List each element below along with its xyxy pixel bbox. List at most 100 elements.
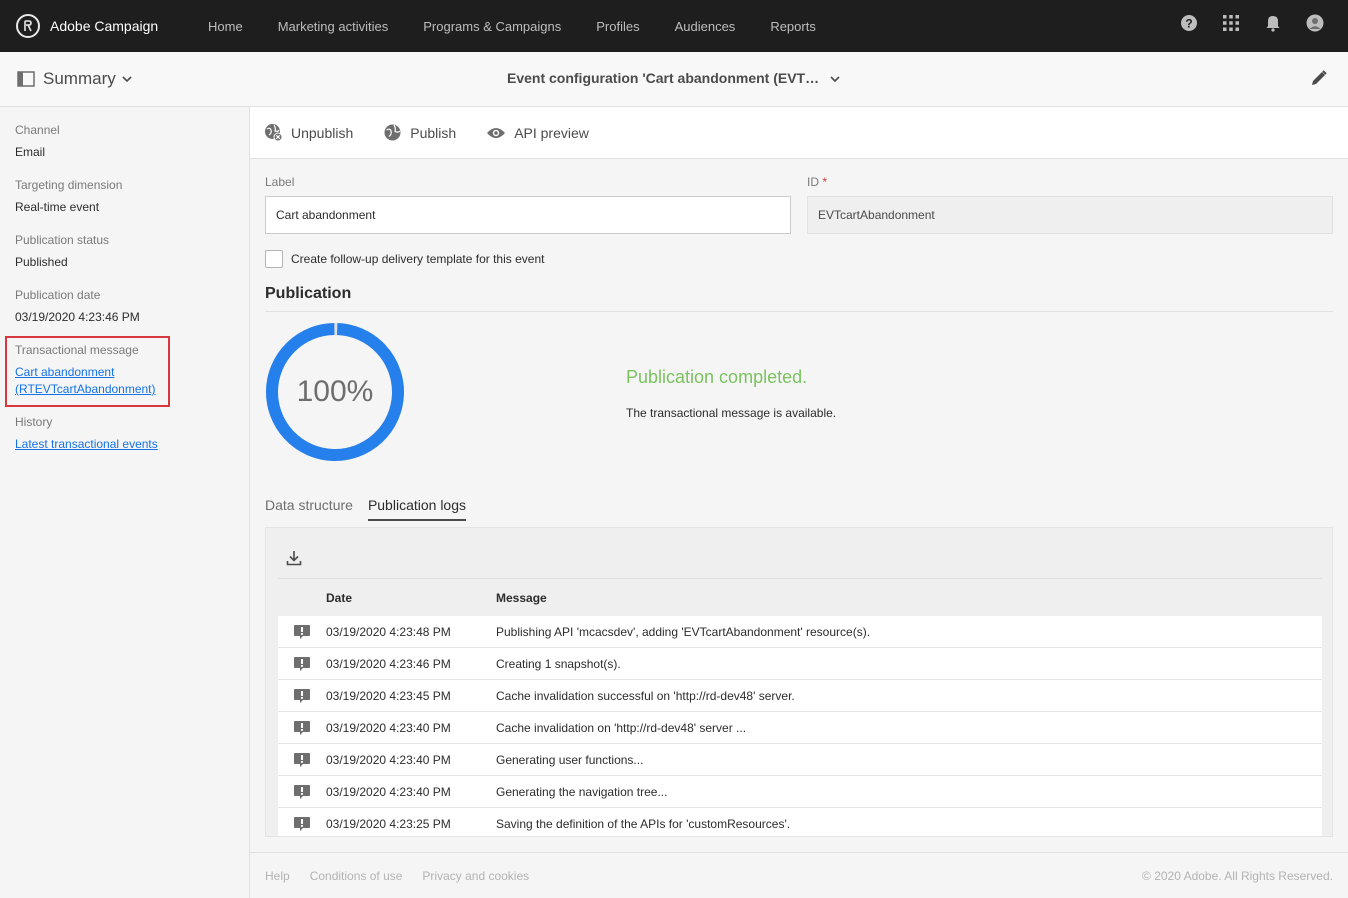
footer-link-privacy[interactable]: Privacy and cookies <box>422 869 529 883</box>
required-star: * <box>822 175 828 189</box>
log-message: Cache invalidation on 'http://rd-dev48' … <box>496 720 747 735</box>
nav-home[interactable]: Home <box>208 19 243 34</box>
log-date: 03/19/2020 4:23:25 PM <box>326 816 451 831</box>
copyright: © 2020 Adobe. All Rights Reserved. <box>1142 869 1333 883</box>
logs-table: Date Message 03/19/2020 4:23:48 PM Publis… <box>278 578 1322 836</box>
followup-template-label: Create follow-up delivery template for t… <box>291 252 545 266</box>
log-message: Cache invalidation successful on 'http:/… <box>496 688 795 703</box>
top-icons: ? <box>1180 14 1324 32</box>
table-row[interactable]: 03/19/2020 4:23:46 PM Creating 1 snapshot… <box>278 648 1322 680</box>
publication-progress: 100% <box>265 322 405 462</box>
download-icon[interactable] <box>286 550 302 569</box>
summary-panel: Channel Email Targeting dimension Real-t… <box>0 107 250 898</box>
log-info-icon <box>278 752 326 768</box>
svg-text:?: ? <box>1185 17 1192 31</box>
page-title[interactable]: Event configuration 'Cart abandonment (E… <box>0 70 1348 86</box>
adobe-campaign-logo-icon <box>16 14 40 38</box>
page-title-text: Event configuration 'Cart abandonment (E… <box>506 70 820 86</box>
log-date: 03/19/2020 4:23:40 PM <box>326 784 451 799</box>
action-toolbar: Unpublish Publish API preview <box>250 107 1348 159</box>
log-message: Generating user functions... <box>496 752 644 767</box>
unpublish-button[interactable]: Unpublish <box>264 123 353 142</box>
chevron-down-icon <box>830 76 840 83</box>
followup-template-option: Create follow-up delivery template for t… <box>265 250 544 268</box>
tab-publication-logs[interactable]: Publication logs <box>367 497 466 521</box>
edit-pencil-icon[interactable] <box>1310 69 1328 90</box>
log-info-icon <box>278 720 326 736</box>
publication-date-value: 03/19/2020 4:23:46 PM <box>15 310 140 324</box>
channel-value: Email <box>15 145 46 159</box>
publication-status-message: Publication completed. <box>626 367 808 387</box>
api-preview-button[interactable]: API preview <box>486 125 589 141</box>
publication-title: Publication <box>265 285 352 302</box>
log-date: 03/19/2020 4:23:46 PM <box>326 656 451 671</box>
bell-icon[interactable] <box>1264 14 1282 32</box>
publication-description: The transactional message is available. <box>626 406 837 420</box>
id-field-title: ID * <box>807 175 827 189</box>
nav-audiences[interactable]: Audiences <box>675 19 736 34</box>
nav-profiles[interactable]: Profiles <box>596 19 639 34</box>
eye-icon <box>487 127 506 138</box>
table-row[interactable]: 03/19/2020 4:23:45 PM Cache invalidation … <box>278 680 1322 712</box>
publication-status-value: Published <box>15 255 68 269</box>
transactional-message-link-line2: (RTEVTcartAbandonment) <box>15 382 156 396</box>
unpublish-label: Unpublish <box>291 124 354 141</box>
footer-links: Help Conditions of use Privacy and cooki… <box>265 869 529 883</box>
log-info-icon <box>278 656 326 672</box>
log-date: 03/19/2020 4:23:40 PM <box>326 720 451 735</box>
followup-template-checkbox[interactable] <box>265 250 283 268</box>
logs-table-body: 03/19/2020 4:23:48 PM Publishing API 'mca… <box>278 616 1322 836</box>
progress-percent: 100% <box>296 375 374 408</box>
brand[interactable]: Adobe Campaign <box>16 14 208 38</box>
app-name: Adobe Campaign <box>50 18 159 34</box>
publication-logs-panel: Date Message 03/19/2020 4:23:48 PM Publis… <box>265 527 1333 837</box>
log-message: Publishing API 'mcacsdev', adding 'EVTca… <box>496 624 871 639</box>
table-row[interactable]: 03/19/2020 4:23:40 PM Generating the navi… <box>278 776 1322 808</box>
user-avatar-icon[interactable] <box>1306 14 1324 32</box>
latest-transactional-events-link[interactable]: Latest transactional events <box>15 436 158 453</box>
transactional-message-label: Transactional message <box>15 343 139 357</box>
column-header-date[interactable]: Date <box>326 591 496 605</box>
log-info-icon <box>278 816 326 832</box>
main-nav: Home Marketing activities Programs & Cam… <box>208 19 851 34</box>
table-row[interactable]: 03/19/2020 4:23:48 PM Publishing API 'mca… <box>278 616 1322 648</box>
log-info-icon <box>278 688 326 704</box>
table-row[interactable]: 03/19/2020 4:23:40 PM Generating user fun… <box>278 744 1322 776</box>
nav-reports[interactable]: Reports <box>770 19 816 34</box>
log-date: 03/19/2020 4:23:45 PM <box>326 688 451 703</box>
channel-label: Channel <box>15 123 60 137</box>
app-switcher-icon[interactable] <box>1222 14 1240 32</box>
tabs: Data structure Publication logs <box>265 497 481 521</box>
log-date: 03/19/2020 4:23:40 PM <box>326 752 451 767</box>
label-input[interactable] <box>265 196 791 234</box>
column-header-message[interactable]: Message <box>496 591 1322 605</box>
footer: Help Conditions of use Privacy and cooki… <box>250 852 1348 898</box>
footer-link-help[interactable]: Help <box>265 869 290 883</box>
label-field-title: Label <box>265 175 295 189</box>
log-info-icon <box>278 624 326 640</box>
footer-link-conditions[interactable]: Conditions of use <box>310 869 403 883</box>
history-label: History <box>15 415 53 429</box>
help-icon[interactable]: ? <box>1180 14 1198 32</box>
publish-button[interactable]: Publish <box>383 123 456 142</box>
transactional-message-link[interactable]: Cart abandonment (RTEVTcartAbandonment) <box>15 364 156 398</box>
section-divider <box>265 311 1333 312</box>
publish-label: Publish <box>410 124 457 141</box>
table-row[interactable]: 03/19/2020 4:23:40 PM Cache invalidation … <box>278 712 1322 744</box>
tab-data-structure[interactable]: Data structure <box>265 497 353 521</box>
unpublish-globe-icon <box>265 124 283 142</box>
id-input[interactable] <box>807 196 1333 234</box>
main-content: Unpublish Publish API preview Label ID *… <box>250 107 1348 898</box>
sub-header: Summary Event configuration 'Cart abando… <box>0 52 1348 107</box>
targeting-value: Real-time event <box>15 200 100 214</box>
nav-programs-campaigns[interactable]: Programs & Campaigns <box>423 19 561 34</box>
nav-marketing-activities[interactable]: Marketing activities <box>278 19 389 34</box>
logs-table-header: Date Message <box>278 578 1322 616</box>
targeting-label: Targeting dimension <box>15 178 123 192</box>
id-field-title-text: ID <box>807 175 819 189</box>
top-bar: Adobe Campaign Home Marketing activities… <box>0 0 1348 52</box>
log-message: Creating 1 snapshot(s). <box>496 656 621 671</box>
log-info-icon <box>278 784 326 800</box>
table-row[interactable]: 03/19/2020 4:23:25 PM Saving the definiti… <box>278 808 1322 836</box>
publication-date-label: Publication date <box>15 288 101 302</box>
